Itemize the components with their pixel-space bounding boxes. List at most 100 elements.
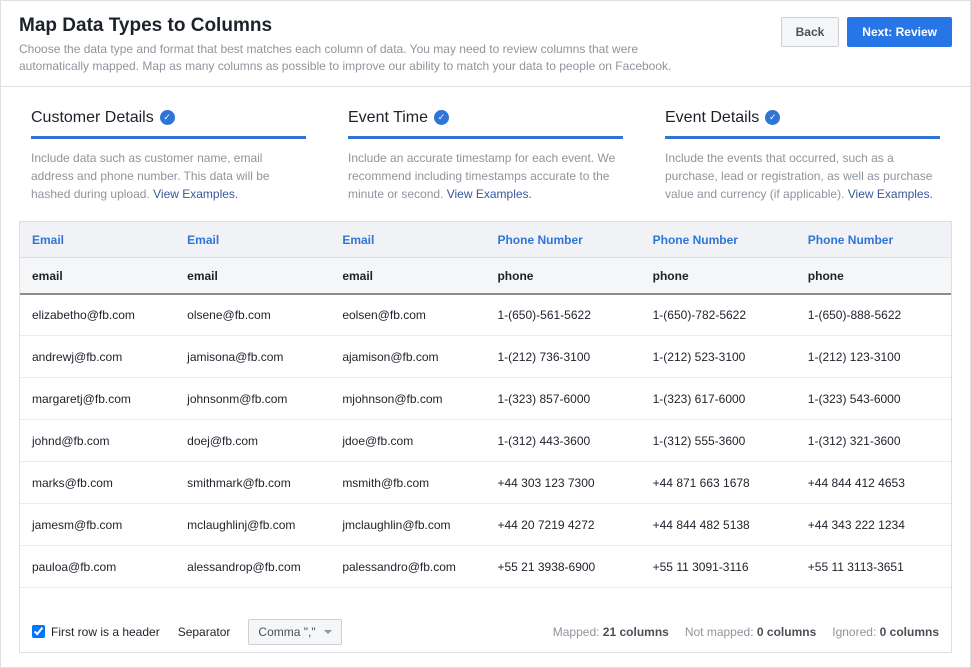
column-source-header: email	[330, 258, 485, 294]
column-source-header: phone	[485, 258, 640, 294]
view-examples-link[interactable]: View Examples.	[153, 187, 238, 201]
chevron-down-icon	[324, 630, 332, 634]
column-source-header: email	[20, 258, 175, 294]
column-type-selector[interactable]: Phone Number	[641, 222, 796, 258]
separator-value: Comma ","	[258, 625, 315, 639]
column-type-selector[interactable]: Email	[20, 222, 175, 258]
column-source-header: phone	[641, 258, 796, 294]
column-header-row: emailemailemailphonephonephone	[20, 258, 951, 294]
table-cell: 1-(212) 736-3100	[485, 336, 640, 378]
first-row-header-input[interactable]	[32, 625, 45, 638]
table-cell: jamesm@fb.com	[20, 504, 175, 546]
table-cell: johnd@fb.com	[20, 420, 175, 462]
column-type-selector[interactable]: Email	[175, 222, 330, 258]
section-event-details: Event Details ✓ Include the events that …	[665, 109, 940, 203]
page-subtitle: Choose the data type and format that bes…	[19, 41, 699, 76]
header-buttons: Back Next: Review	[781, 17, 952, 47]
section-customer-details: Customer Details ✓ Include data such as …	[31, 109, 306, 203]
table-cell: ajamison@fb.com	[330, 336, 485, 378]
table-cell: 1-(312) 443-3600	[485, 420, 640, 462]
table-cell: olsene@fb.com	[175, 294, 330, 336]
table-cell: 1-(312) 555-3600	[641, 420, 796, 462]
table-cell: +44 343 222 1234	[796, 504, 951, 546]
app-container: Map Data Types to Columns Choose the dat…	[0, 0, 971, 668]
section-event-time: Event Time ✓ Include an accurate timesta…	[348, 109, 623, 203]
page-header: Map Data Types to Columns Choose the dat…	[1, 1, 970, 87]
table-cell: +44 844 482 5138	[641, 504, 796, 546]
section-desc: Include data such as customer name, emai…	[31, 149, 306, 203]
table-cell: 1-(650)-561-5622	[485, 294, 640, 336]
table-cell: andrewj@fb.com	[20, 336, 175, 378]
ignored-count: Ignored: 0 columns	[832, 625, 939, 639]
table-cell: mjohnson@fb.com	[330, 378, 485, 420]
table-cell: 1-(323) 543-6000	[796, 378, 951, 420]
table-cell: doej@fb.com	[175, 420, 330, 462]
info-sections: Customer Details ✓ Include data such as …	[1, 87, 970, 221]
table-cell: +44 20 7219 4272	[485, 504, 640, 546]
header-text: Map Data Types to Columns Choose the dat…	[19, 15, 699, 76]
section-head: Customer Details ✓	[31, 109, 306, 139]
next-review-button[interactable]: Next: Review	[847, 17, 952, 47]
table-cell: +44 303 123 7300	[485, 462, 640, 504]
page-title: Map Data Types to Columns	[19, 15, 699, 37]
mapping-counts: Mapped: 21 columns Not mapped: 0 columns…	[553, 625, 939, 639]
table-cell: 1-(212) 123-3100	[796, 336, 951, 378]
first-row-header-checkbox[interactable]: First row is a header	[32, 625, 160, 639]
table-cell: palessandro@fb.com	[330, 546, 485, 588]
table-row: margaretj@fb.comjohnsonm@fb.commjohnson@…	[20, 378, 951, 420]
table-cell: jdoe@fb.com	[330, 420, 485, 462]
section-title: Customer Details	[31, 109, 154, 127]
table-row: marks@fb.comsmithmark@fb.commsmith@fb.co…	[20, 462, 951, 504]
table-row: elizabetho@fb.comolsene@fb.comeolsen@fb.…	[20, 294, 951, 336]
section-head: Event Details ✓	[665, 109, 940, 139]
column-type-selector[interactable]: Phone Number	[796, 222, 951, 258]
table-row: andrewj@fb.comjamisona@fb.comajamison@fb…	[20, 336, 951, 378]
section-desc: Include an accurate timestamp for each e…	[348, 149, 623, 203]
mapped-count: Mapped: 21 columns	[553, 625, 669, 639]
section-title: Event Details	[665, 109, 759, 127]
view-examples-link[interactable]: View Examples.	[447, 187, 532, 201]
section-title: Event Time	[348, 109, 428, 127]
back-button[interactable]: Back	[781, 17, 840, 47]
table-footer: First row is a header Separator Comma ",…	[19, 611, 952, 653]
table-cell: +44 871 663 1678	[641, 462, 796, 504]
table-cell: 1-(650)-888-5622	[796, 294, 951, 336]
table-cell: smithmark@fb.com	[175, 462, 330, 504]
table-cell: marks@fb.com	[20, 462, 175, 504]
mapping-table-wrap: EmailEmailEmailPhone NumberPhone NumberP…	[19, 221, 952, 611]
table-cell: 1-(650)-782-5622	[641, 294, 796, 336]
separator-label: Separator	[178, 625, 231, 639]
table-row: jamesm@fb.commclaughlinj@fb.comjmclaughl…	[20, 504, 951, 546]
table-cell: elizabetho@fb.com	[20, 294, 175, 336]
table-cell: +44 844 412 4653	[796, 462, 951, 504]
table-cell: msmith@fb.com	[330, 462, 485, 504]
first-row-header-label: First row is a header	[51, 625, 160, 639]
table-cell: 1-(312) 321-3600	[796, 420, 951, 462]
table-cell: margaretj@fb.com	[20, 378, 175, 420]
column-source-header: email	[175, 258, 330, 294]
section-desc: Include the events that occurred, such a…	[665, 149, 940, 203]
table-cell: 1-(212) 523-3100	[641, 336, 796, 378]
column-type-selector[interactable]: Email	[330, 222, 485, 258]
table-cell: jmclaughlin@fb.com	[330, 504, 485, 546]
not-mapped-count: Not mapped: 0 columns	[685, 625, 816, 639]
check-icon: ✓	[434, 110, 449, 125]
table-row: pauloa@fb.comalessandrop@fb.compalessand…	[20, 546, 951, 588]
column-type-row: EmailEmailEmailPhone NumberPhone NumberP…	[20, 222, 951, 258]
table-cell: 1-(323) 857-6000	[485, 378, 640, 420]
mapping-table: EmailEmailEmailPhone NumberPhone NumberP…	[20, 222, 951, 589]
check-icon: ✓	[765, 110, 780, 125]
table-cell: +55 11 3113-3651	[796, 546, 951, 588]
check-icon: ✓	[160, 110, 175, 125]
table-row: johnd@fb.comdoej@fb.comjdoe@fb.com1-(312…	[20, 420, 951, 462]
column-source-header: phone	[796, 258, 951, 294]
table-cell: 1-(323) 617-6000	[641, 378, 796, 420]
table-cell: eolsen@fb.com	[330, 294, 485, 336]
table-cell: pauloa@fb.com	[20, 546, 175, 588]
table-cell: alessandrop@fb.com	[175, 546, 330, 588]
column-type-selector[interactable]: Phone Number	[485, 222, 640, 258]
separator-select[interactable]: Comma ","	[248, 619, 341, 645]
view-examples-link[interactable]: View Examples.	[848, 187, 933, 201]
section-head: Event Time ✓	[348, 109, 623, 139]
table-cell: jamisona@fb.com	[175, 336, 330, 378]
